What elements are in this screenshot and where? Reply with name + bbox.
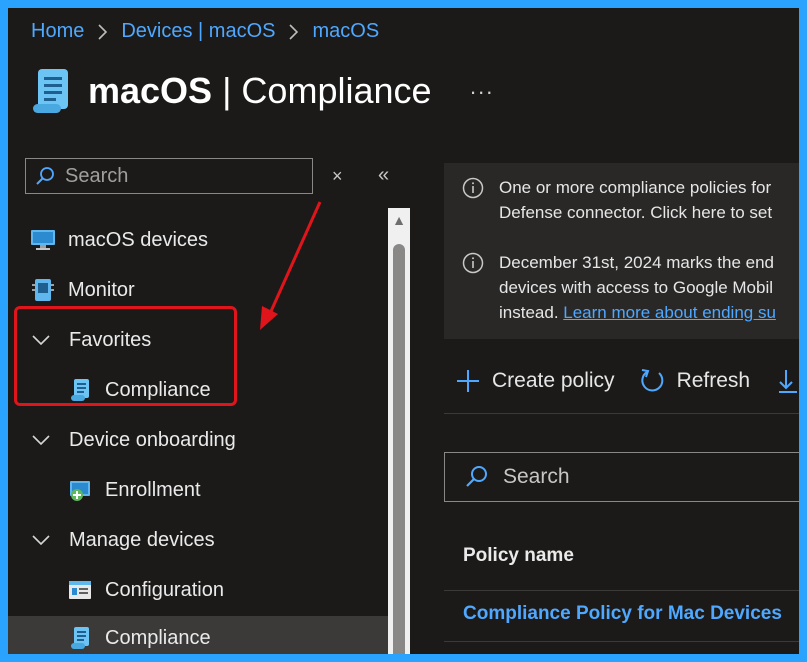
app-window: Home Devices | macOS macOS macOS | Compl… [8, 8, 799, 654]
search-icon [36, 167, 54, 185]
sidebar-item-compliance[interactable]: Compliance [8, 616, 390, 654]
sidebar-item-label: Configuration [105, 578, 224, 601]
compliance-scroll-icon [33, 69, 68, 113]
info-banner-line: instead. Learn more about ending su [499, 300, 776, 325]
toolbar-divider [444, 413, 799, 414]
sidebar-item-label: Monitor [68, 278, 135, 301]
create-policy-button[interactable]: Create policy [456, 369, 615, 393]
learn-more-link[interactable]: Learn more about ending su [563, 303, 776, 322]
breadcrumb-home[interactable]: Home [31, 20, 84, 43]
info-banner-line: Defense connector. Click here to set [499, 203, 773, 222]
sidebar-group-label: Manage devices [69, 528, 215, 551]
download-icon [779, 370, 798, 393]
toolbar: Create policy Refresh [444, 359, 799, 403]
table-divider [444, 590, 799, 591]
info-banner-text: instead. [499, 303, 564, 322]
sidebar-scrollbar[interactable]: ▲ [388, 208, 410, 654]
configuration-icon [67, 577, 93, 603]
info-icon [462, 177, 484, 199]
export-button[interactable] [778, 368, 799, 394]
page-title: macOS | Compliance [88, 70, 432, 112]
sidebar-item-label: macOS devices [68, 228, 209, 251]
column-header-policy-name[interactable]: Policy name [463, 545, 574, 567]
sidebar-group-device-onboarding[interactable]: Device onboarding [8, 418, 390, 462]
sidebar-search[interactable] [25, 158, 313, 194]
scroll-thumb[interactable] [393, 244, 405, 654]
info-banner-line: devices with access to Google Mobil [499, 278, 774, 297]
plus-icon [457, 370, 479, 392]
more-options-icon[interactable]: ... [470, 74, 494, 100]
info-banners: One or more compliance policies for Defe… [444, 163, 799, 339]
refresh-button[interactable]: Refresh [639, 368, 751, 394]
annotation-arrow-icon [260, 201, 322, 330]
chevron-right-icon [98, 23, 108, 40]
monitor-device-icon [30, 277, 56, 303]
main-content: One or more compliance policies for Defe… [444, 163, 799, 654]
sidebar-group-label: Device onboarding [69, 428, 236, 451]
info-banner-google: December 31st, 2024 marks the end device… [462, 250, 799, 325]
breadcrumb-macos[interactable]: macOS [312, 20, 379, 43]
sidebar-item-enrollment[interactable]: Enrollment [8, 468, 390, 512]
refresh-label: Refresh [676, 369, 751, 392]
breadcrumb: Home Devices | macOS macOS [31, 20, 379, 43]
collapse-sidebar-icon[interactable]: « [378, 164, 389, 187]
chevron-down-icon [32, 435, 52, 445]
sidebar-item-macos-devices[interactable]: macOS devices [8, 218, 390, 262]
page-header: macOS | Compliance [30, 66, 432, 116]
breadcrumb-devices-macos[interactable]: Devices | macOS [121, 20, 275, 43]
policy-search-input[interactable] [501, 464, 785, 490]
create-policy-label: Create policy [492, 369, 615, 392]
search-icon [466, 466, 487, 487]
policy-search[interactable] [444, 452, 799, 502]
info-icon [462, 252, 484, 274]
annotation-highlight-box [14, 306, 237, 406]
page-title-bold: macOS [88, 70, 213, 111]
info-banner-line: December 31st, 2024 marks the end [499, 253, 774, 272]
page-title-rest: | Compliance [212, 70, 432, 111]
info-banner-connector[interactable]: One or more compliance policies for Defe… [462, 175, 799, 225]
scroll-up-icon[interactable]: ▲ [388, 212, 410, 228]
table-row-policy-link[interactable]: Compliance Policy for Mac Devices [463, 603, 782, 625]
chevron-down-icon [32, 535, 52, 545]
sidebar-item-label: Compliance [105, 626, 211, 649]
compliance-scroll-icon [67, 625, 93, 651]
enrollment-icon [67, 477, 93, 503]
info-banner-line: One or more compliance policies for [499, 178, 772, 197]
sidebar-search-input[interactable] [63, 163, 287, 189]
sidebar-item-label: Enrollment [105, 478, 201, 501]
sidebar-group-manage-devices[interactable]: Manage devices [8, 518, 390, 562]
sidebar-item-configuration[interactable]: Configuration [8, 568, 390, 612]
table-divider [444, 641, 799, 642]
monitor-icon [30, 227, 56, 253]
clear-search-icon[interactable]: × [332, 166, 343, 187]
chevron-right-icon [289, 23, 299, 40]
refresh-icon [640, 369, 663, 392]
